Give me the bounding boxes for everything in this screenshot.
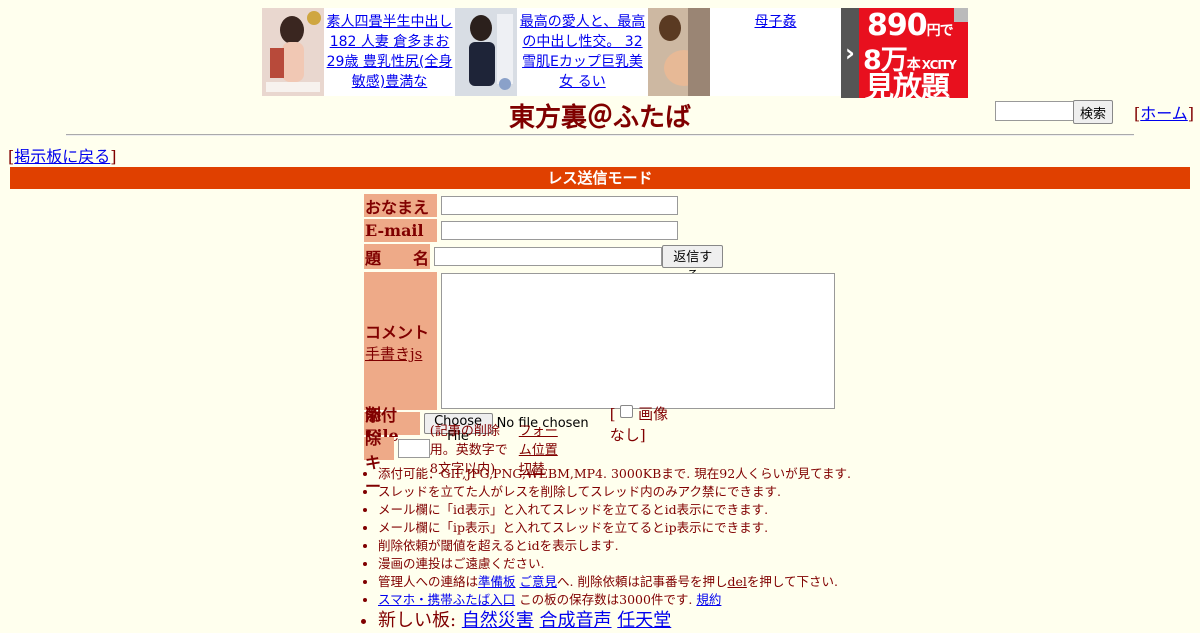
comment-label-cell: コメント 手書きjs [364,272,437,410]
rule-item: スレッドを立てた人がレスを削除してスレッド内のみアク禁にできます. [378,483,851,501]
rule-item: メール欄に「ip表示」と入れてスレッドを立てるとip表示にできます. [378,519,851,537]
ad-thumbnail[interactable] [262,8,324,96]
delkey-row: 削除キー (記事の削除用。英数字で8文字以内) フォーム位置切替 [364,405,560,496]
email-input[interactable] [441,221,678,240]
ad-text: 素人四畳半生中出し182 人妻 倉多まお 29歳 豊乳性尻(全身敏感)豊満な [324,8,455,96]
feedback-link[interactable]: ご意見 [520,574,558,589]
delkey-label: 削除キー [364,405,395,496]
subject-field-cell: 返信する [433,244,724,284]
ad-link[interactable]: 母子姦 [755,14,797,30]
ad-item[interactable]: 母子姦 [648,8,841,96]
rule-text: 新しい板: [378,610,462,631]
prep-board-link[interactable]: 準備板 [478,574,516,589]
delkey-field-cell: (記事の削除用。英数字で8文字以内) フォーム位置切替 [398,424,560,477]
rule-item: 新しい板: 自然災害 合成音声 任天堂 [378,609,851,633]
rule-item: 削除依頼が閾値を超えるとidを表示します. [378,537,851,555]
ad-link[interactable]: 最高の愛人と、最高の中出し性交。 32 雪肌Eカップ巨乳美女 るい [520,14,645,90]
ad-strip: 素人四畳半生中出し182 人妻 倉多まお 29歳 豊乳性尻(全身敏感)豊満な 最… [262,8,968,98]
rule-item: メール欄に「id表示」と入れてスレッドを立てるとid表示にできます. [378,501,851,519]
ad-item[interactable]: 素人四畳半生中出し182 人妻 倉多まお 29歳 豊乳性尻(全身敏感)豊満な [262,8,455,96]
ad-thumbnail[interactable] [455,8,517,96]
home-link-wrapper: [ホーム] [1134,104,1195,123]
chevron-right-icon[interactable]: › [841,8,859,98]
banner-body[interactable]: 890円で 8万本 XCITY 見放題 [859,8,968,98]
back-link-wrapper: [掲示板に戻る] [8,147,117,166]
board-link-disaster[interactable]: 自然災害 [462,610,534,631]
no-image-checkbox[interactable] [620,404,634,418]
board-link-synth-voice[interactable]: 合成音声 [540,610,612,631]
mobile-entrance-link[interactable]: スマホ・携帯ふたば入口 [378,592,515,607]
rule-item: 添付可能：GIF,JPG,PNG,WEBM,MP4. 3000KBまで. 現在9… [378,465,851,483]
email-label: E-mail [364,219,437,242]
del-link[interactable]: del [727,574,746,589]
name-label: おなまえ [364,194,437,217]
email-field-cell [441,219,678,242]
back-to-board-link[interactable]: 掲示板に戻る [14,147,110,166]
divider [66,134,1134,136]
email-row: E-mail [364,219,678,242]
search-input[interactable] [995,101,1074,121]
name-field-cell [441,194,678,217]
subject-label: 題 名 [364,244,430,269]
subject-row: 題 名 返信する [364,244,724,284]
handwrite-js-link[interactable]: 手書きjs [365,343,422,364]
comment-textarea[interactable] [441,273,835,409]
badge-icon [954,8,968,22]
no-image-label: 画像なし [609,404,669,444]
rule-item: 漫画の連投はご遠慮ください. [378,555,851,573]
ad-link[interactable]: 素人四畳半生中出し182 人妻 倉多まお 29歳 豊乳性尻(全身敏感)豊満な [327,14,453,90]
banner-tagline: 見放題 [865,70,950,98]
home-link[interactable]: ホーム [1140,104,1188,123]
no-image-option: [ 画像なし] [609,404,669,444]
board-link-nintendo[interactable]: 任天堂 [617,610,671,631]
reply-mode-bar: レス送信モード [10,167,1190,189]
rule-text: を押して下さい. [746,574,838,589]
comment-row: コメント 手書きjs [364,272,835,410]
ad-text: 母子姦 [710,8,841,96]
delkey-input[interactable] [398,439,430,458]
board-rules: 添付可能：GIF,JPG,PNG,WEBM,MP4. 3000KBまで. 現在9… [364,465,851,633]
name-row: おなまえ [364,194,678,217]
rule-item: 管理人への連絡は準備板 ご意見へ. 削除依頼は記事番号を押しdelを押して下さい… [378,573,851,591]
rule-text: 管理人への連絡は [378,574,479,589]
comment-label: コメント [365,322,430,342]
rule-text: この板の保存数は3000件です. [515,592,697,607]
submit-reply-button[interactable]: 返信する [662,245,724,284]
comment-field-cell [441,273,835,410]
xcity-banner[interactable]: › 890円で 8万本 XCITY 見放題 [841,8,968,98]
ad-text: 最高の愛人と、最高の中出し性交。 32 雪肌Eカップ巨乳美女 るい [517,8,648,96]
search-button[interactable]: 検索 [1073,100,1114,124]
terms-link[interactable]: 規約 [696,592,721,607]
name-input[interactable] [441,196,678,215]
subject-input[interactable] [433,247,663,266]
search-box: 検索 [995,100,1114,124]
rule-item: スマホ・携帯ふたば入口 この板の保存数は3000件です. 規約 [378,591,851,609]
rule-text: へ. 削除依頼は記事番号を押し [557,574,728,589]
ad-item[interactable]: 最高の愛人と、最高の中出し性交。 32 雪肌Eカップ巨乳美女 るい [455,8,648,96]
ad-thumbnail[interactable] [648,8,710,96]
